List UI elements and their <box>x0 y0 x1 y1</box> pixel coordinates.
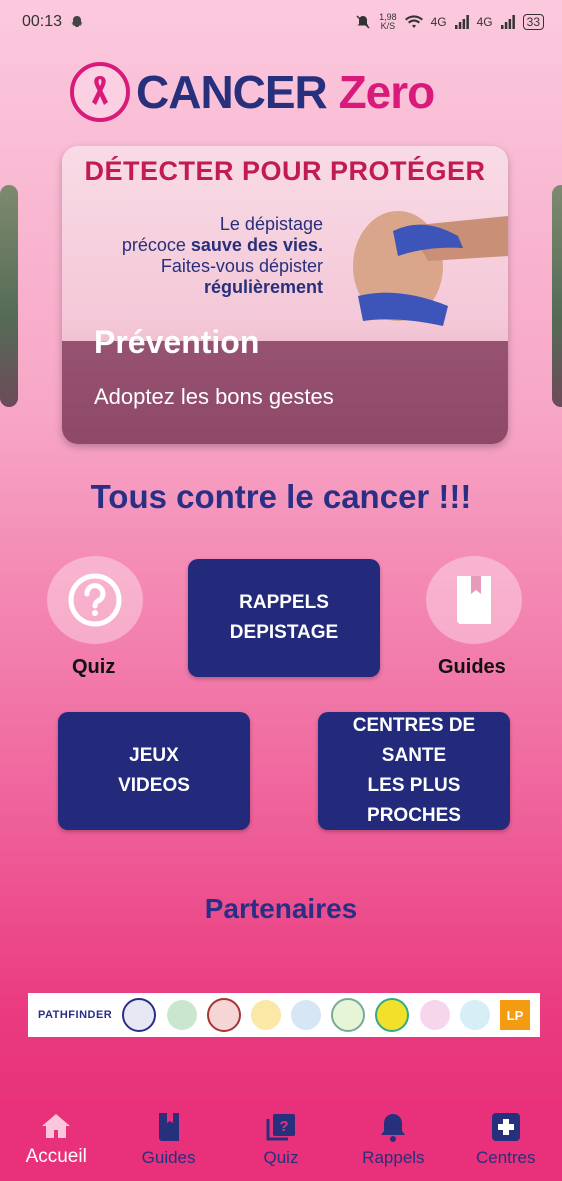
copy-line-2a: précoce <box>121 235 191 255</box>
nav-label-rappels: Rappels <box>362 1148 425 1167</box>
nav-label-quiz: Quiz <box>263 1148 299 1167</box>
partner-logo <box>250 1000 281 1030</box>
rappels-line-1: RAPPELS <box>239 592 329 613</box>
tagline: Tous contre le cancer !!! <box>90 478 472 515</box>
partner-pathfinder: PATHFINDER <box>38 1009 113 1021</box>
partners-title: Partenaires <box>204 893 358 924</box>
snapchat-icon <box>71 16 83 27</box>
centres-line-1: CENTRES DE <box>352 715 476 736</box>
bell-icon <box>381 1114 406 1142</box>
nav-centres[interactable]: Centres <box>451 1112 561 1168</box>
partner-logo <box>122 998 157 1032</box>
network-type-1: 4G <box>430 15 447 29</box>
jeux-line-2: VIDEOS <box>118 775 190 796</box>
copy-line-4: régulièrement <box>203 277 323 297</box>
carousel-next-card[interactable] <box>552 185 562 407</box>
centres-sante-button[interactable]: CENTRES DE SANTE LES PLUS PROCHES <box>318 712 510 830</box>
copy-line-2: précoce sauve des vies. <box>78 235 323 256</box>
nav-rappels[interactable]: Rappels <box>338 1112 448 1168</box>
nav-label-guides: Guides <box>141 1148 196 1167</box>
breast-exam-illustration <box>353 211 508 326</box>
centres-line-2: SANTE <box>381 745 447 766</box>
signal-icon <box>454 15 469 29</box>
medical-cross-icon <box>491 1113 520 1141</box>
carousel-card-prevention[interactable]: DÉTECTER POUR PROTÉGER Le dépistage préc… <box>62 146 508 444</box>
partner-logo <box>166 1000 197 1030</box>
app-logo: CANCER Zero <box>70 62 436 122</box>
nav-guides[interactable]: Guides <box>114 1112 224 1168</box>
card-subtitle: Adoptez les bons gestes <box>94 384 334 409</box>
nav-label-centres: Centres <box>475 1148 536 1167</box>
jeux-line-1: JEUX <box>129 745 179 766</box>
network-speed: 1,98 K/S <box>379 13 397 31</box>
mute-bell-icon <box>356 15 370 29</box>
nav-quiz[interactable]: ? Quiz <box>226 1112 336 1168</box>
book-icon <box>158 1113 179 1141</box>
guides-label[interactable]: Guides <box>438 656 506 679</box>
centres-line-4: PROCHES <box>367 805 461 826</box>
quiz-label[interactable]: Quiz <box>72 656 115 679</box>
svg-text:?: ? <box>279 1118 288 1135</box>
partner-logo-lp: LP <box>499 1000 530 1030</box>
book-icon <box>457 576 491 624</box>
status-time: 00:13 <box>22 13 63 30</box>
nav-accueil[interactable]: Accueil <box>1 1112 111 1168</box>
partners-logos: PATHFINDER LP <box>28 993 540 1037</box>
home-icon <box>42 1114 71 1138</box>
rappels-line-2: DEPISTAGE <box>229 622 339 643</box>
app-name: CANCER Zero <box>136 65 436 119</box>
guides-button[interactable] <box>426 556 522 644</box>
partner-logo <box>206 998 241 1032</box>
wifi-icon <box>404 15 423 28</box>
card-title: Prévention <box>94 324 260 360</box>
partner-logo <box>375 998 410 1032</box>
carousel-prev-card[interactable] <box>0 185 18 407</box>
logo-word-cancer: CANCER <box>136 66 328 118</box>
network-type-2: 4G <box>476 15 493 29</box>
bottom-navigation: Accueil Guides ? Quiz Rappels Centres <box>0 1100 562 1181</box>
partner-logo <box>419 1000 450 1030</box>
partner-logo <box>459 1000 490 1030</box>
jeux-videos-button[interactable]: JEUX VIDEOS <box>58 712 250 830</box>
partner-logo <box>291 1000 322 1030</box>
nav-label-accueil: Accueil <box>25 1146 87 1167</box>
question-circle-icon <box>68 573 122 627</box>
copy-line-1: Le dépistage <box>219 214 323 234</box>
centres-line-3: LES PLUS <box>367 775 461 796</box>
card-copy: Le dépistage précoce sauve des vies. Fai… <box>78 214 323 298</box>
ribbon-logo-icon <box>70 62 130 122</box>
copy-line-2b: sauve des vies. <box>190 235 323 255</box>
card-banner-text: DÉTECTER POUR PROTÉGER <box>84 156 486 186</box>
logo-word-zero: Zero <box>338 66 436 118</box>
quiz-icon: ? <box>266 1114 295 1141</box>
quiz-button[interactable] <box>47 556 143 644</box>
partner-logo <box>331 998 366 1032</box>
status-bar: 00:13 1,98 K/S 4G 4G 33 <box>0 0 562 44</box>
battery-indicator: 33 <box>522 14 544 30</box>
rappels-depistage-button[interactable]: RAPPELS DEPISTAGE <box>188 559 380 677</box>
speed-unit: K/S <box>380 21 396 31</box>
copy-line-3: Faites-vous dépister <box>160 256 323 276</box>
signal-icon <box>500 15 515 29</box>
